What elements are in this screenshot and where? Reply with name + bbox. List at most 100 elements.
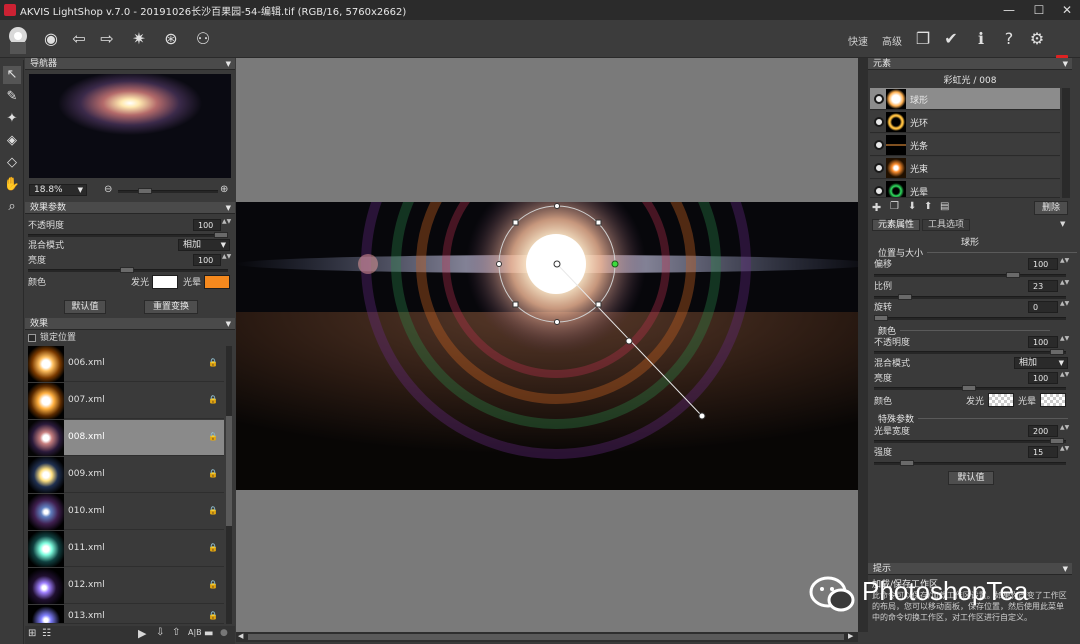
- tab-element-props[interactable]: 元素属性: [872, 219, 920, 231]
- delete-element-button[interactable]: 删除: [1034, 201, 1068, 215]
- offset-slider[interactable]: [874, 272, 1066, 278]
- effects-scrollbar[interactable]: [226, 346, 232, 624]
- elem-halo-swatch[interactable]: [1040, 393, 1066, 407]
- opacity-spinner[interactable]: ▲▼: [222, 219, 231, 231]
- glow-color-swatch[interactable]: [152, 275, 178, 289]
- element-item-streak[interactable]: 光条: [870, 134, 1060, 156]
- halo-width-slider[interactable]: [874, 438, 1066, 444]
- right-scrollbar[interactable]: [858, 58, 868, 632]
- folder-icon[interactable]: ▬: [204, 628, 213, 639]
- flare-transform-overlay[interactable]: [236, 202, 858, 490]
- export-icon[interactable]: ⇧: [172, 627, 180, 638]
- visibility-toggle[interactable]: [874, 94, 884, 104]
- play-icon[interactable]: ▶: [138, 627, 146, 640]
- list-item[interactable]: 011.xml 🔒: [28, 531, 224, 567]
- navigator-preview[interactable]: [29, 74, 231, 178]
- list-item[interactable]: 006.xml 🔒: [28, 346, 224, 382]
- visibility-toggle[interactable]: [874, 163, 884, 173]
- elem-defaults-button[interactable]: 默认值: [948, 471, 994, 485]
- maximize-button[interactable]: ☐: [1026, 0, 1052, 20]
- element-item-halo[interactable]: 光晕: [870, 180, 1060, 198]
- list-item[interactable]: 013.xml 🔒: [28, 605, 224, 624]
- mode-advanced-button[interactable]: 高级: [882, 33, 902, 48]
- rotate-spinner[interactable]: ▲▼: [1060, 301, 1069, 313]
- delete-preset-icon[interactable]: ●: [220, 628, 228, 638]
- elem-brightness-slider[interactable]: [874, 385, 1066, 391]
- info-icon[interactable]: ℹ: [970, 28, 992, 50]
- list-item[interactable]: 012.xml 🔒: [28, 568, 224, 604]
- offset-spinner[interactable]: ▲▼: [1060, 258, 1069, 270]
- navigator-header[interactable]: 导航器 ▼: [25, 58, 235, 70]
- element-item-ring[interactable]: 光环: [870, 111, 1060, 133]
- zoom-in-icon[interactable]: ⊕: [220, 184, 228, 195]
- opacity-input[interactable]: 100: [193, 219, 221, 231]
- elem-blend-select[interactable]: 相加 ▼: [1014, 357, 1068, 369]
- elem-opacity-input[interactable]: 100: [1028, 336, 1058, 348]
- strength-slider[interactable]: [874, 460, 1066, 466]
- move-down-icon[interactable]: ⬇: [908, 201, 916, 212]
- offset-input[interactable]: 100: [1028, 258, 1058, 270]
- list-item[interactable]: 007.xml 🔒: [28, 383, 224, 419]
- visibility-toggle[interactable]: [874, 140, 884, 150]
- workspace-icon[interactable]: ❐: [912, 28, 934, 50]
- hand-tool-icon[interactable]: ✋: [3, 176, 21, 194]
- list-item[interactable]: 008.xml 🔒: [28, 420, 224, 456]
- halo-width-spinner[interactable]: ▲▼: [1060, 425, 1069, 437]
- settings-gear-icon[interactable]: ⚙: [1026, 28, 1048, 50]
- reset-icon[interactable]: ⚇: [192, 28, 214, 50]
- defaults-button[interactable]: 默认值: [64, 300, 106, 314]
- element-item-sphere[interactable]: 球形: [870, 88, 1060, 110]
- tab-tool-options[interactable]: 工具选项: [922, 219, 970, 231]
- blend-mode-select[interactable]: 相加 ▼: [178, 239, 230, 251]
- open-image-icon[interactable]: ◉: [40, 28, 62, 50]
- duplicate-element-icon[interactable]: ❐: [890, 201, 899, 212]
- elem-brightness-input[interactable]: 100: [1028, 372, 1058, 384]
- list-view-icon[interactable]: ☷: [42, 628, 51, 639]
- props-collapse-icon[interactable]: ▼: [1060, 220, 1065, 228]
- restore-tool-icon[interactable]: ◇: [3, 154, 21, 172]
- opacity-slider[interactable]: [28, 232, 228, 238]
- elem-opacity-slider[interactable]: [874, 349, 1066, 355]
- run-effect-icon[interactable]: ✷: [128, 28, 150, 50]
- help-icon[interactable]: ?: [998, 28, 1020, 50]
- elements-header[interactable]: 元素 ▼: [868, 58, 1072, 70]
- list-item[interactable]: 010.xml 🔒: [28, 494, 224, 530]
- scroll-left-icon[interactable]: ◀: [238, 632, 243, 640]
- apply-check-icon[interactable]: ✔: [940, 28, 962, 50]
- rotate-slider[interactable]: [874, 315, 1066, 321]
- zoom-out-icon[interactable]: ⊖: [104, 184, 112, 195]
- move-up-icon[interactable]: ⬆: [924, 201, 932, 212]
- brightness-input[interactable]: 100: [193, 254, 221, 266]
- strength-input[interactable]: 15: [1028, 446, 1058, 458]
- close-button[interactable]: ✕: [1054, 0, 1080, 20]
- reset-transform-button[interactable]: 重置变换: [144, 300, 198, 314]
- effect-params-header[interactable]: 效果参数 ▼: [25, 202, 235, 214]
- zoom-select[interactable]: 18.8% ▼: [29, 184, 87, 196]
- select-tool-icon[interactable]: ↖: [3, 66, 21, 84]
- element-tool-icon[interactable]: ✦: [3, 110, 21, 128]
- visibility-toggle[interactable]: [874, 186, 884, 196]
- rotate-input[interactable]: 0: [1028, 301, 1058, 313]
- scale-slider[interactable]: [874, 294, 1066, 300]
- visibility-toggle[interactable]: [874, 117, 884, 127]
- brightness-slider[interactable]: [28, 267, 228, 273]
- element-item-rays[interactable]: 光束: [870, 157, 1060, 179]
- effects-header[interactable]: 效果 ▼: [25, 318, 235, 330]
- random-effect-icon[interactable]: ⊛: [160, 28, 182, 50]
- brightness-spinner[interactable]: ▲▼: [222, 254, 231, 266]
- scroll-right-icon[interactable]: ▶: [848, 632, 853, 640]
- add-element-icon[interactable]: ✚: [872, 201, 881, 214]
- strength-spinner[interactable]: ▲▼: [1060, 446, 1069, 458]
- elem-opacity-spinner[interactable]: ▲▼: [1060, 336, 1069, 348]
- zoom-slider[interactable]: [118, 188, 218, 194]
- redo-arrow-icon[interactable]: ⇨: [96, 28, 118, 50]
- undo-arrow-icon[interactable]: ⇦: [68, 28, 90, 50]
- trash-icon[interactable]: ▤: [940, 201, 949, 212]
- minimize-button[interactable]: —: [996, 0, 1022, 20]
- mode-express-button[interactable]: 快速: [848, 33, 868, 48]
- scale-spinner[interactable]: ▲▼: [1060, 280, 1069, 292]
- import-icon[interactable]: ⇩: [156, 627, 164, 638]
- scale-input[interactable]: 23: [1028, 280, 1058, 292]
- wand-tool-icon[interactable]: ✎: [3, 88, 21, 106]
- zoom-tool-icon[interactable]: ⌕: [3, 198, 21, 216]
